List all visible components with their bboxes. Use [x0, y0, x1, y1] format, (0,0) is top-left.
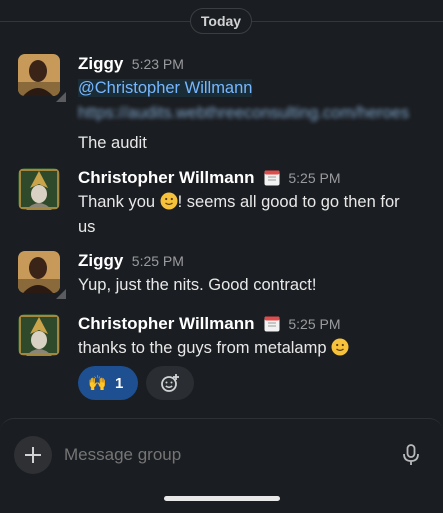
- avatar-christopher[interactable]: [18, 168, 60, 210]
- message-link-line: https://audits.webthreeconsulting.com/he…: [78, 101, 409, 126]
- slightly-smiling-face-icon: [331, 338, 349, 356]
- calendar-icon: [264, 316, 280, 332]
- avatar-ziggy[interactable]: [18, 251, 60, 293]
- slightly-smiling-face-icon: [160, 192, 178, 210]
- message-body: thanks to the guys from metalamp: [78, 336, 349, 361]
- plus-icon: [25, 447, 41, 463]
- day-divider: Today: [0, 8, 443, 34]
- message-text-part: ! seems all good to go then for: [177, 193, 400, 211]
- avatar-ziggy[interactable]: [18, 54, 60, 96]
- message-body: @Christopher Willmann: [78, 76, 253, 101]
- attach-button[interactable]: [14, 436, 52, 474]
- author-name[interactable]: Ziggy: [78, 54, 123, 73]
- timestamp[interactable]: 5:25 PM: [288, 316, 340, 332]
- blurred-link[interactable]: https://audits.webthreeconsulting.com/he…: [78, 104, 409, 122]
- timestamp[interactable]: 5:23 PM: [132, 56, 184, 72]
- message-text: The audit: [78, 134, 147, 152]
- message-body: Yup, just the nits. Good contract!: [78, 273, 316, 298]
- message-text: Yup, just the nits. Good contract!: [78, 276, 317, 294]
- author-name[interactable]: Christopher Willmann: [78, 314, 254, 333]
- message-body: Thank you ! seems all good to go then fo…: [78, 190, 400, 215]
- message-text-part: Thank you: [78, 193, 160, 211]
- add-reaction-button[interactable]: [146, 366, 194, 400]
- avatar-christopher[interactable]: [18, 314, 60, 356]
- microphone-icon: [403, 444, 419, 465]
- message-input[interactable]: [64, 445, 364, 465]
- message-header: Christopher Willmann 5:25 PM: [78, 314, 341, 334]
- user-mention[interactable]: @Christopher Willmann: [78, 79, 253, 97]
- microphone-button[interactable]: [401, 443, 421, 472]
- raised-hands-icon: 🙌: [88, 375, 107, 392]
- message-text-line: The audit: [78, 131, 147, 156]
- message-text: thanks to the guys from metalamp: [78, 339, 332, 357]
- author-name[interactable]: Christopher Willmann: [78, 168, 254, 187]
- day-divider-label[interactable]: Today: [190, 8, 252, 34]
- message-header: Ziggy 5:25 PM: [78, 251, 184, 271]
- timestamp[interactable]: 5:25 PM: [132, 253, 184, 269]
- message-header: Ziggy 5:23 PM: [78, 54, 184, 74]
- calendar-icon: [264, 170, 280, 186]
- reaction-count: 1: [115, 375, 124, 392]
- message-text-part: us: [78, 218, 96, 236]
- author-name[interactable]: Ziggy: [78, 251, 123, 270]
- home-indicator[interactable]: [164, 496, 280, 501]
- add-reaction-icon: [161, 374, 179, 392]
- message-body-line-2: us: [78, 215, 95, 240]
- reaction-raised-hands[interactable]: 🙌 1: [78, 366, 138, 400]
- timestamp[interactable]: 5:25 PM: [288, 170, 340, 186]
- message-header: Christopher Willmann 5:25 PM: [78, 168, 341, 188]
